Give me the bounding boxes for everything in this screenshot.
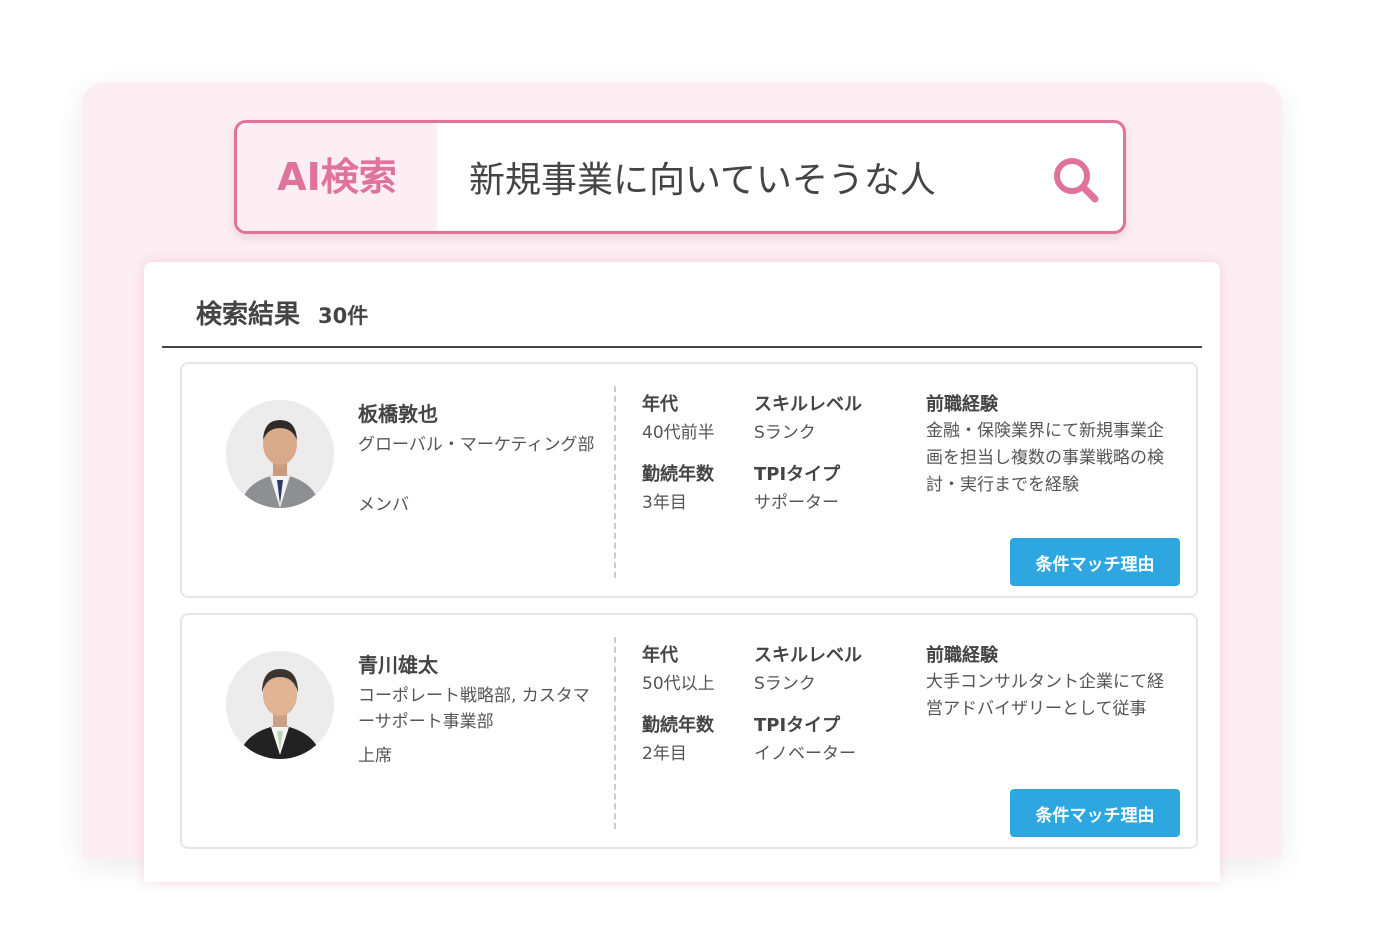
results-count: 30件 [318, 304, 369, 328]
skill-label: スキルレベル [754, 645, 862, 666]
results-title: 検索結果 [196, 300, 301, 330]
tenure-value: 3年目 [642, 493, 687, 513]
person-role: 上席 [358, 746, 392, 766]
tenure-value: 2年目 [642, 744, 687, 764]
result-card[interactable]: 板橋敦也 グローバル・マーケティング部 メンバ 年代 40代前半 スキルレベル … [180, 362, 1198, 598]
vertical-divider [614, 386, 616, 578]
person-name[interactable]: 板橋敦也 [358, 398, 438, 427]
age-value: 50代以上 [642, 674, 715, 694]
experience-value: 大手コンサルタント企業にて経営アドバイザリーとして従事 [926, 672, 1164, 719]
person-name[interactable]: 青川雄太 [358, 649, 438, 678]
tpi-value: イノベーター [754, 744, 856, 764]
header-divider [162, 346, 1202, 348]
skill-label: スキルレベル [754, 394, 862, 415]
age-label: 年代 [642, 645, 678, 666]
ai-search-tag: AI検索 [237, 123, 437, 231]
experience-label: 前職経験 [926, 394, 998, 415]
experience-label: 前職経験 [926, 645, 998, 666]
tenure-label: 勤続年数 [642, 715, 714, 736]
avatar [226, 651, 334, 759]
vertical-divider [614, 637, 616, 829]
result-card[interactable]: 青川雄太 コーポレート戦略部, カスタマーサポート事業部 上席 年代 50代以上… [180, 613, 1198, 849]
person-photo-icon [226, 400, 334, 508]
person-department: グローバル・マーケティング部 [358, 435, 595, 455]
tpi-value: サポーター [754, 493, 839, 513]
skill-value: Sランク [754, 674, 816, 694]
results-header: 検索結果 30件 [196, 294, 368, 331]
age-value: 40代前半 [642, 423, 715, 443]
skill-value: Sランク [754, 423, 816, 443]
age-label: 年代 [642, 394, 678, 415]
person-department: コーポレート戦略部, カスタマーサポート事業部 [358, 686, 590, 732]
match-reason-button[interactable]: 条件マッチ理由 [1010, 789, 1180, 837]
match-reason-button[interactable]: 条件マッチ理由 [1010, 538, 1180, 586]
tenure-label: 勤続年数 [642, 464, 714, 485]
search-icon[interactable] [1051, 155, 1101, 205]
person-photo-icon [226, 651, 334, 759]
experience-value: 金融・保険業界にて新規事業企画を担当し複数の事業戦略の検討・実行までを経験 [926, 421, 1164, 495]
search-input[interactable] [469, 123, 1029, 231]
tpi-label: TPIタイプ [754, 464, 841, 485]
ai-search-bar[interactable]: AI検索 [234, 120, 1126, 234]
results-panel: 検索結果 30件 板橋敦也 グローバル・マーケティング部 メンバ 年代 40代前半… [144, 262, 1220, 882]
avatar [226, 400, 334, 508]
person-role: メンバ [358, 495, 409, 515]
tpi-label: TPIタイプ [754, 715, 841, 736]
